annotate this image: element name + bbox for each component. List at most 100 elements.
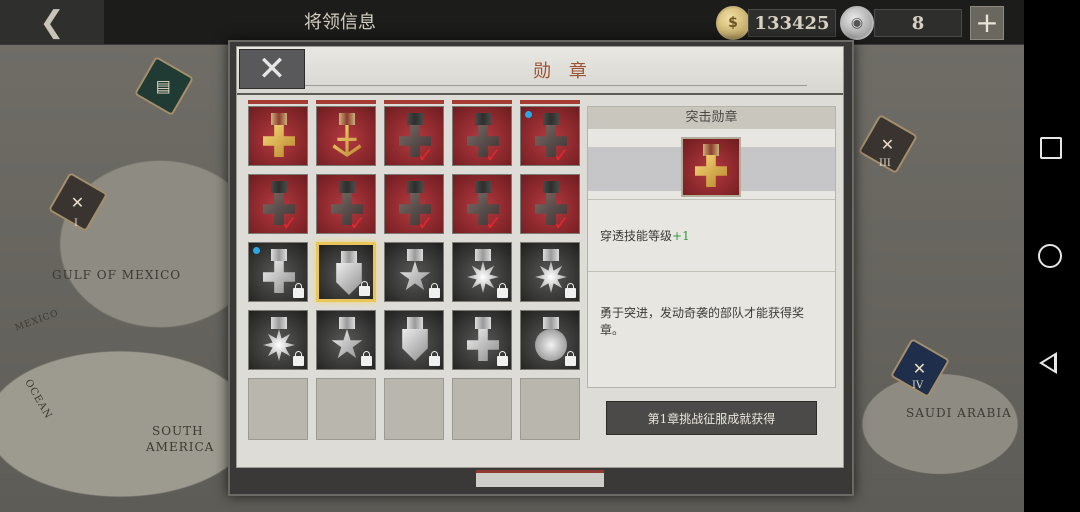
map-marker-building[interactable]: ▤ <box>133 55 195 117</box>
ribbon-icon <box>407 249 423 261</box>
medal-slot-empty <box>384 378 444 440</box>
medal-slot-empty <box>248 378 308 440</box>
ribbon-icon <box>271 113 287 125</box>
medal-icon <box>535 261 567 293</box>
medal-slot[interactable]: ✓ <box>520 106 580 166</box>
ribbon-icon <box>407 113 423 125</box>
medal-slot[interactable] <box>452 310 512 370</box>
map-marker-4-label: IV <box>912 380 924 391</box>
medal-slot-empty <box>520 378 580 440</box>
medal-icon <box>263 261 295 293</box>
lock-icon <box>429 351 440 366</box>
medal-icon <box>467 261 499 293</box>
medal-slot[interactable]: ✓ <box>520 174 580 234</box>
ribbon-icon <box>407 317 423 329</box>
medal-slot[interactable] <box>316 106 376 166</box>
map-label-america: AMERICA <box>146 440 215 454</box>
gold-coin-icon: $ <box>716 6 750 40</box>
silver-coin-icon: ◉ <box>840 6 874 40</box>
checkmark-icon: ✓ <box>417 211 434 235</box>
ribbon-icon <box>339 317 355 329</box>
medal-slot-empty <box>452 378 512 440</box>
medal-icon <box>331 329 363 359</box>
lock-icon <box>497 283 508 298</box>
ribbon-icon <box>475 317 491 329</box>
back-button[interactable]: ❮ <box>0 0 104 44</box>
medal-icon <box>402 329 428 361</box>
ribbon-icon <box>543 249 559 261</box>
ribbon-icon <box>475 113 491 125</box>
ribbon-icon <box>271 181 287 193</box>
medal-icon <box>332 125 362 157</box>
map-marker-1[interactable]: ✕ <box>47 171 109 233</box>
lock-icon <box>565 351 576 366</box>
map-label-south: SOUTH <box>152 424 204 438</box>
crossed-swords-icon: ✕ <box>913 358 927 378</box>
medal-slot[interactable] <box>384 310 444 370</box>
ribbon-icon <box>271 249 287 261</box>
header-divider <box>305 85 807 86</box>
dialog-title: 勋 章 <box>533 61 593 82</box>
medal-slot[interactable] <box>316 242 376 302</box>
top-bar: ❮ 将领信息 $ 133425 ◉ 8 + <box>0 0 1024 45</box>
close-button[interactable]: ✕ <box>239 49 305 89</box>
ribbon-icon <box>341 251 357 263</box>
lock-icon <box>359 281 370 296</box>
medal-slot[interactable]: ✓ <box>452 106 512 166</box>
map-label-ocean: OCEAN <box>22 377 54 422</box>
lock-icon <box>497 351 508 366</box>
obtain-method-button[interactable]: 第1章挑战征服成就获得 <box>606 401 817 435</box>
home-icon[interactable] <box>1038 244 1062 268</box>
medal-slot[interactable] <box>520 310 580 370</box>
medal-icon <box>263 125 295 157</box>
ribbon-icon <box>339 113 355 125</box>
medal-slot[interactable] <box>316 310 376 370</box>
medal-slot[interactable] <box>452 242 512 302</box>
medal-icon <box>263 329 295 361</box>
medal-icon <box>399 261 431 291</box>
map-label-saudi: SAUDI ARABIA <box>906 406 1012 420</box>
recent-apps-icon[interactable] <box>1040 137 1062 159</box>
lock-icon <box>293 351 304 366</box>
close-icon: ✕ <box>257 49 287 89</box>
medal-slot[interactable]: ✓ <box>384 106 444 166</box>
ribbon-icon <box>475 249 491 261</box>
crossed-swords-icon: ✕ <box>71 192 85 212</box>
page-title: 将领信息 <box>304 12 376 33</box>
medal-slot[interactable]: ✓ <box>316 174 376 234</box>
medal-slot[interactable] <box>248 310 308 370</box>
checkmark-icon: ✓ <box>485 211 502 235</box>
system-nav-bar <box>1024 0 1080 512</box>
ribbon-icon <box>543 317 559 329</box>
medal-slot-empty <box>316 378 376 440</box>
stat-value: +1 <box>672 229 690 243</box>
medal-slot[interactable] <box>248 242 308 302</box>
dialog-header: ✕ 勋 章 <box>237 47 843 95</box>
medal-slot[interactable]: ✓ <box>248 174 308 234</box>
add-resource-button[interactable]: + <box>970 6 1004 40</box>
medal-slot[interactable] <box>248 106 308 166</box>
gold-amount: 133425 <box>748 9 836 37</box>
medal-icon <box>535 329 567 361</box>
ribbon-icon <box>407 181 423 193</box>
checkmark-icon: ✓ <box>281 211 298 235</box>
medal-slot[interactable]: ✓ <box>452 174 512 234</box>
medal-stat: 穿透技能等级+1 <box>600 227 690 244</box>
medal-slot[interactable] <box>384 242 444 302</box>
back-triangle-icon[interactable] <box>1039 352 1057 374</box>
lock-icon <box>429 283 440 298</box>
selected-medal-icon <box>681 137 741 197</box>
stat-label: 穿透技能等级 <box>600 229 673 243</box>
checkmark-icon: ✓ <box>553 211 570 235</box>
ribbon-icon <box>475 181 491 193</box>
checkmark-icon: ✓ <box>553 143 570 167</box>
lock-icon <box>293 283 304 298</box>
ribbon-icon <box>339 181 355 193</box>
dialog-bottom-tab <box>476 470 604 487</box>
medal-slot[interactable]: ✓ <box>384 174 444 234</box>
map-marker-3-label: III <box>879 158 891 169</box>
checkmark-icon: ✓ <box>417 143 434 167</box>
new-indicator-dot <box>253 247 260 254</box>
ribbon-icon <box>271 317 287 329</box>
medal-slot[interactable] <box>520 242 580 302</box>
